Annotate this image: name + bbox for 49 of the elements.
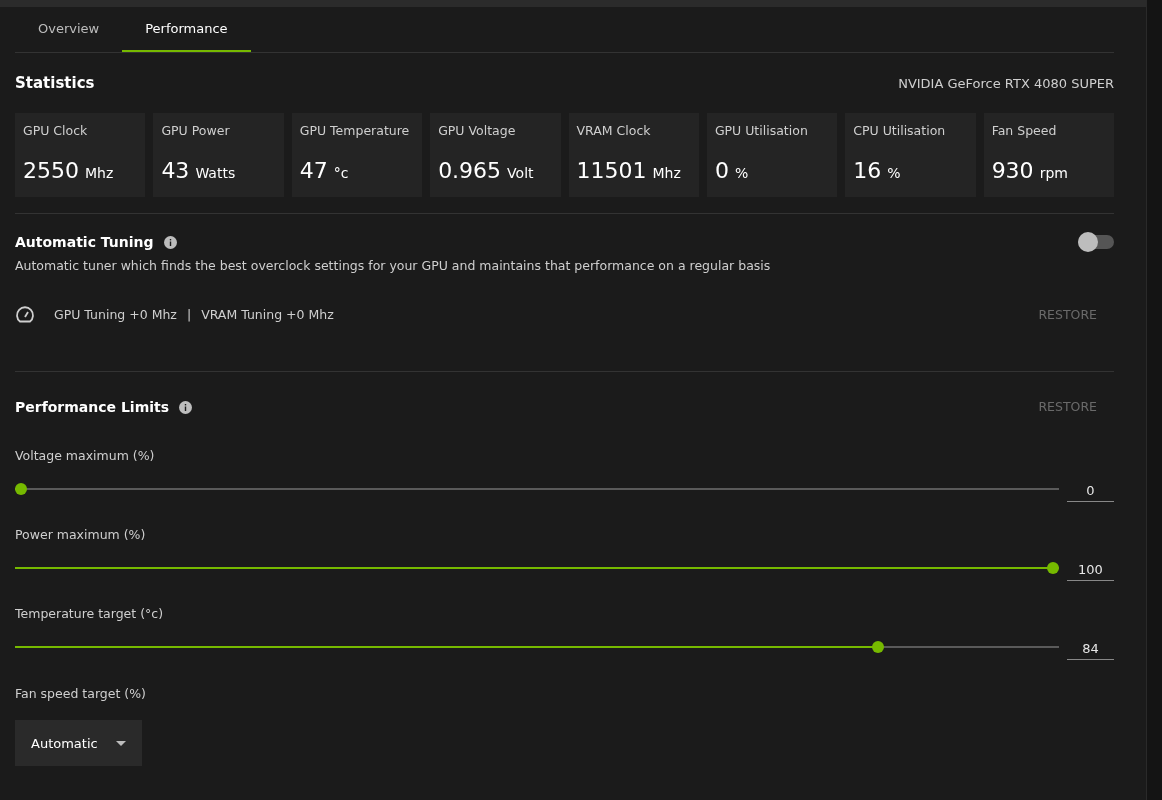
stat-unit: Mhz	[85, 163, 114, 183]
section-title: Performance Limits	[15, 398, 170, 418]
caret-icon	[115, 740, 126, 746]
stat-value: 930	[991, 156, 1034, 185]
slider-thumb[interactable]	[1047, 562, 1059, 575]
stat-value: 43	[161, 156, 190, 185]
info-icon[interactable]	[179, 401, 193, 415]
slider-thumb[interactable]	[871, 641, 884, 654]
stat-value: 0.965	[438, 156, 502, 185]
value-field[interactable]: 0	[1067, 476, 1114, 502]
stat-label: GPU Power	[161, 121, 231, 140]
dropdown-label: Fan speed target (%)	[15, 686, 146, 702]
slider-label: Power maximum (%)	[15, 527, 147, 543]
value-field[interactable]: 100	[1067, 555, 1114, 581]
description: Automatic tuner which finds the best overclock settings for your GPU and maintains that performance on a regular basis	[15, 256, 772, 275]
stat-unit: %	[887, 163, 901, 183]
stat-value: 2550	[23, 156, 79, 185]
vram-tuning-text: VRAM Tuning +0 Mhz	[201, 305, 334, 324]
fan-speed-dropdown[interactable]: Automatic	[15, 720, 142, 767]
section-title: Automatic Tuning	[15, 232, 154, 252]
stat-value: 47	[299, 156, 328, 185]
stat-unit: rpm	[1039, 163, 1068, 183]
stat-label: GPU Clock	[23, 121, 89, 140]
stat-label: GPU Utilisation	[714, 121, 809, 140]
stat-label: GPU Voltage	[438, 121, 517, 140]
stat-value: 16	[853, 156, 882, 185]
value-field[interactable]: 84	[1067, 634, 1114, 660]
toggle-switch[interactable]	[1078, 235, 1114, 249]
slider-label: Temperature target (°c)	[15, 606, 164, 622]
stat-value: 11501	[576, 156, 647, 185]
stat-unit: %	[734, 163, 749, 183]
stat-unit: °c	[333, 163, 349, 183]
tab[interactable]: Overview	[15, 7, 123, 52]
stat-label: GPU Temperature	[299, 121, 411, 140]
gpu-tuning-text: GPU Tuning +0 Mhz	[54, 305, 177, 324]
stat-unit: Watts	[195, 163, 236, 183]
slider-thumb[interactable]	[15, 483, 27, 496]
stat-label: Fan Speed	[991, 121, 1058, 140]
info-icon[interactable]	[163, 235, 177, 249]
section-title: Statistics	[15, 73, 95, 94]
stat-label: VRAM Clock	[576, 121, 652, 140]
stat-unit: Mhz	[652, 163, 681, 183]
device-name: NVIDIA GeForce RTX 4080 SUPER	[898, 74, 1114, 93]
stat-label: CPU Utilisation	[853, 121, 947, 140]
stat-unit: Volt	[507, 163, 534, 183]
separator-text: |	[186, 305, 192, 324]
slider-label: Voltage maximum (%)	[15, 448, 156, 464]
stat-value: 0	[714, 156, 729, 185]
tab[interactable]: Performance	[122, 7, 251, 52]
